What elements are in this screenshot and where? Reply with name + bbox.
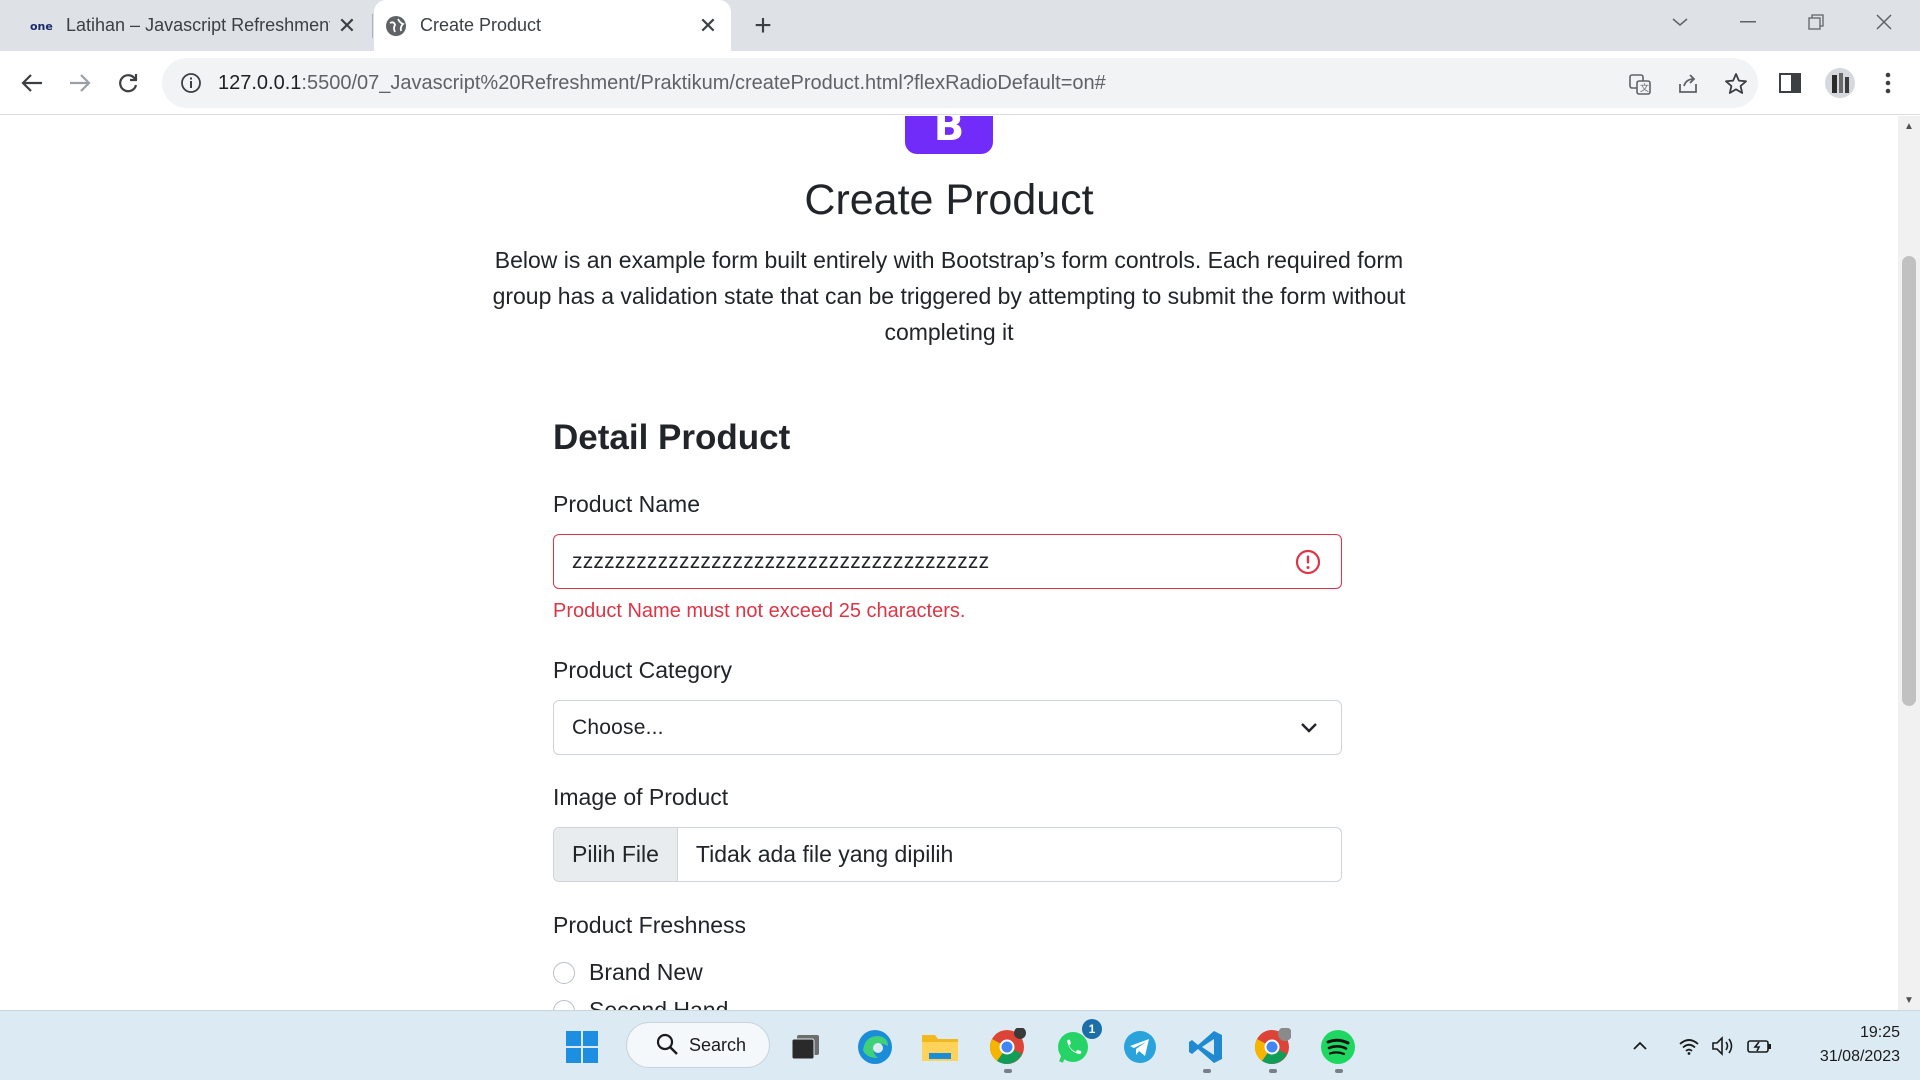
site-info-icon[interactable] [178,70,204,96]
file-status: Tidak ada file yang dipilih [695,841,954,867]
system-clock[interactable]: 19:25 31/08/2023 [1780,1021,1900,1069]
page-scrollbar[interactable]: ▲ ▼ [1898,116,1920,1010]
show-hidden-icons-chevron-icon[interactable] [1628,1029,1652,1063]
error-icon [1295,549,1321,575]
whatsapp-icon[interactable]: 1 [1052,1019,1102,1069]
bootstrap-logo: B [905,116,993,154]
restore-button[interactable] [1786,0,1846,44]
radio-brand-new[interactable]: Brand New [553,959,703,986]
edge-browser-icon[interactable] [853,1025,897,1069]
notification-badge: 1 [1082,1019,1102,1039]
product-name-label: Product Name [553,491,701,517]
telegram-icon[interactable] [1118,1025,1162,1069]
taskbar: Search 1 19:25 31/08/2023 [0,1010,1920,1080]
scroll-thumb[interactable] [1902,256,1916,706]
search-label: Search [689,1034,747,1055]
new-tab-button[interactable]: + [744,8,782,44]
back-button[interactable] [12,63,52,103]
clock-date: 31/08/2023 [1819,1048,1900,1065]
close-icon[interactable]: ✕ [691,9,725,43]
radio-label: Second Hand [589,997,729,1010]
wifi-icon[interactable] [1676,1029,1702,1063]
running-indicator [1269,1069,1277,1073]
profile-avatar[interactable] [1822,65,1858,101]
page-description: Below is an example form built entirely … [492,247,1406,345]
url-text: 127.0.0.1:5500/07_Javascript%20Refreshme… [218,72,1106,95]
radio-second-hand[interactable]: Second Hand [553,997,728,1010]
battery-icon[interactable] [1746,1029,1774,1063]
product-name-input[interactable]: zzzzzzzzzzzzzzzzzzzzzzzzzzzzzzzzzzzzzzz [553,534,1342,589]
product-category-label: Product Category [553,657,732,683]
taskbar-search[interactable]: Search [626,1022,770,1068]
search-icon [655,1032,681,1058]
running-indicator [1203,1069,1211,1073]
tab-search-icon[interactable] [1650,0,1710,44]
task-view-icon[interactable] [784,1025,828,1069]
translate-icon[interactable]: 文 [1625,69,1655,99]
forward-button[interactable] [60,63,100,103]
running-indicator [1004,1069,1012,1073]
spotify-icon[interactable] [1316,1025,1360,1069]
volume-icon[interactable] [1710,1029,1738,1063]
product-category-select[interactable]: Choose... [553,700,1342,755]
reload-button[interactable] [108,63,148,103]
bookmark-star-icon[interactable] [1721,69,1751,99]
product-name-value: zzzzzzzzzzzzzzzzzzzzzzzzzzzzzzzzzzzzzzz [572,549,990,573]
scroll-up-arrow-icon[interactable]: ▲ [1898,116,1920,136]
freshness-label: Product Freshness [553,912,747,938]
page-viewport: B Create Product Below is an example for… [0,116,1898,1010]
tab-separator [372,14,373,38]
address-bar[interactable]: 127.0.0.1:5500/07_Javascript%20Refreshme… [162,58,1758,108]
tab-label: Create Product [420,15,542,35]
close-icon[interactable]: ✕ [330,9,364,43]
tab-label: Latihan – Javascript Refreshment [66,15,330,35]
running-indicator [1335,1069,1343,1073]
one-logo-icon: one [30,14,54,38]
scroll-down-arrow-icon[interactable]: ▼ [1898,990,1920,1010]
chrome-icon[interactable] [985,1025,1029,1069]
radio-label: Brand New [589,959,703,985]
section-title: Detail Product [553,418,791,457]
tab-latihan[interactable]: one Latihan – Javascript Refreshment ✕ [20,0,370,51]
vscode-icon[interactable] [1184,1025,1228,1069]
chevron-down-icon [1297,722,1321,734]
svg-text:文: 文 [1640,82,1649,94]
choose-file-button[interactable]: Pilih File [554,828,678,881]
tab-strip: one Latihan – Javascript Refreshment ✕ C… [0,0,1920,51]
globe-icon [384,14,408,38]
chrome-profile-icon[interactable] [1250,1025,1294,1069]
tab-create-product[interactable]: Create Product ✕ [374,0,731,51]
svg-text:one: one [30,20,53,33]
radio-button[interactable] [553,999,575,1010]
windows-start-icon[interactable] [560,1025,604,1069]
more-menu-icon[interactable] [1870,65,1906,101]
share-icon[interactable] [1673,69,1703,99]
url-host: 127.0.0.1 [218,71,302,94]
image-label: Image of Product [553,784,729,810]
product-name-error: Product Name must not exceed 25 characte… [553,600,966,622]
side-panel-icon[interactable] [1772,65,1808,101]
clock-time: 19:25 [1859,1024,1900,1041]
browser-toolbar: 127.0.0.1:5500/07_Javascript%20Refreshme… [0,51,1920,115]
logo-letter: B [933,116,965,150]
file-explorer-icon[interactable] [918,1025,962,1069]
page-title: Create Product [804,176,1094,224]
minimize-button[interactable] [1718,0,1778,44]
image-file-input[interactable]: Pilih File Tidak ada file yang dipilih [553,827,1342,882]
close-window-button[interactable] [1854,0,1914,44]
url-path: :5500/07_Javascript%20Refreshment/Prakti… [301,71,1106,94]
product-category-value: Choose... [572,715,664,739]
radio-button[interactable] [553,961,575,984]
